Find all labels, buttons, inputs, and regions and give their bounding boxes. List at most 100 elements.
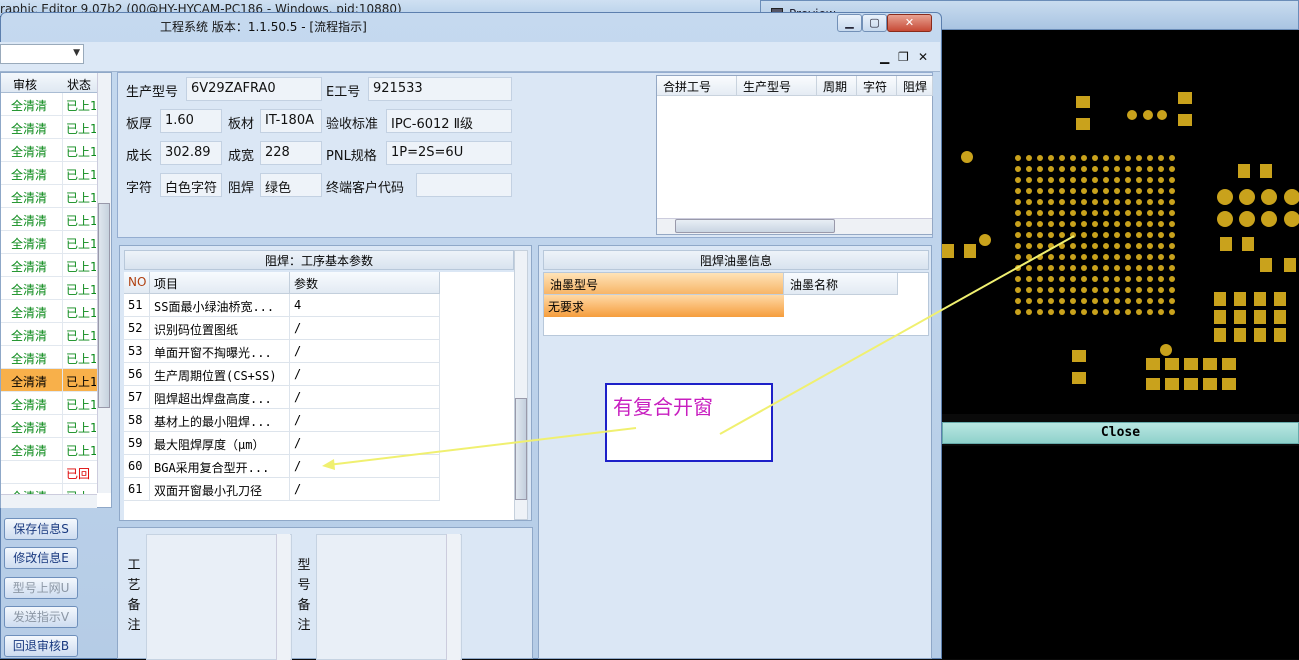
save-info-button[interactable]: 保存信息S bbox=[4, 518, 78, 540]
bga-ball bbox=[1059, 188, 1065, 194]
standard-field[interactable]: IPC-6012 Ⅱ级 bbox=[386, 109, 512, 133]
width-field[interactable]: 228 bbox=[260, 141, 322, 165]
process-remark-textarea[interactable] bbox=[146, 534, 292, 660]
bga-ball bbox=[1059, 221, 1065, 227]
pnl-field[interactable]: 1P=2S=6U bbox=[386, 141, 512, 165]
bga-ball bbox=[1147, 298, 1153, 304]
maximize-button[interactable]: ▢ bbox=[862, 14, 887, 32]
mdi-restore-button[interactable]: ❐ bbox=[898, 50, 909, 64]
bga-ball bbox=[1114, 155, 1120, 161]
list-item-review: 全清清 bbox=[11, 168, 48, 182]
bga-ball bbox=[1103, 221, 1109, 227]
smd-pad bbox=[1274, 328, 1286, 342]
bga-ball bbox=[1103, 276, 1109, 282]
merge-col-char[interactable]: 字符 bbox=[857, 76, 897, 96]
mdi-close-button[interactable]: ✕ bbox=[918, 50, 928, 64]
bga-ball bbox=[1048, 232, 1054, 238]
filter-combobox[interactable]: ▼ bbox=[0, 44, 84, 64]
round-pad bbox=[1239, 189, 1255, 205]
bga-ball bbox=[1158, 188, 1164, 194]
list-item[interactable]: 全清清 已上1 bbox=[1, 323, 97, 346]
bga-ball bbox=[1169, 155, 1175, 161]
list-item-status: 已上1 bbox=[66, 122, 96, 136]
ink-col-name[interactable]: 油墨名称 bbox=[784, 273, 898, 295]
bga-ball bbox=[1048, 188, 1054, 194]
model-remark-scrollbar[interactable] bbox=[446, 534, 460, 660]
scrollbar-thumb[interactable] bbox=[515, 398, 527, 500]
bga-ball bbox=[1125, 287, 1131, 293]
chevron-down-icon[interactable]: ▼ bbox=[73, 48, 80, 58]
params-col-no[interactable]: NO bbox=[124, 272, 150, 294]
table-cell-item: 双面开窗最小孔刀径 bbox=[150, 478, 290, 501]
table-cell-no: 59 bbox=[124, 432, 150, 455]
process-remark-scrollbar[interactable] bbox=[276, 534, 290, 660]
bga-ball bbox=[1015, 199, 1021, 205]
mask-label: 阻焊 bbox=[228, 181, 255, 196]
list-item[interactable]: 全清清 已上1 bbox=[1, 116, 97, 139]
bga-ball bbox=[1136, 276, 1142, 282]
list-item[interactable]: 全清清 已上1 bbox=[1, 208, 97, 231]
horizontal-scrollbar[interactable] bbox=[1, 494, 97, 508]
mask-field[interactable]: 绿色 bbox=[260, 173, 322, 197]
bga-ball bbox=[1026, 265, 1032, 271]
process-remark-label-text: 工 艺 备 注 bbox=[127, 558, 141, 633]
list-item[interactable]: 全清清 已上1 bbox=[1, 415, 97, 438]
bga-ball bbox=[1103, 309, 1109, 315]
material-field[interactable]: IT-180A bbox=[260, 109, 322, 133]
bga-ball bbox=[1103, 188, 1109, 194]
list-item-review: 全清清 bbox=[11, 99, 48, 113]
merge-col-mask[interactable]: 阻焊 bbox=[897, 76, 933, 96]
rollback-review-button[interactable]: 回退审核B bbox=[4, 635, 78, 657]
ink-col-model[interactable]: 油墨型号 bbox=[544, 273, 784, 295]
bga-ball bbox=[1048, 276, 1054, 282]
list-item[interactable]: 全清清 已上1 bbox=[1, 93, 97, 116]
bga-ball bbox=[1169, 309, 1175, 315]
merge-col-model[interactable]: 生产型号 bbox=[737, 76, 817, 96]
list-item[interactable]: 全清清 已上1 bbox=[1, 392, 97, 415]
close-button[interactable]: ✕ bbox=[887, 14, 932, 32]
list-item-status: 已上1 bbox=[66, 375, 96, 389]
char-field[interactable]: 白色字符 bbox=[160, 173, 222, 197]
list-item[interactable]: 全清清 已上1 bbox=[1, 300, 97, 323]
edit-info-button[interactable]: 修改信息E bbox=[4, 547, 78, 569]
customer-field[interactable] bbox=[416, 173, 512, 197]
bga-ball bbox=[1070, 298, 1076, 304]
list-item[interactable]: 全清清 已上1 bbox=[1, 185, 97, 208]
column-header-status[interactable]: 状态 bbox=[67, 76, 91, 93]
ink-row-model[interactable]: 无要求 bbox=[544, 295, 784, 317]
list-item[interactable]: 全清清 已上1 bbox=[1, 277, 97, 300]
list-item[interactable]: 全清清 已上1 bbox=[1, 162, 97, 185]
smd-pad bbox=[1254, 292, 1266, 306]
scrollbar-thumb[interactable] bbox=[98, 203, 110, 408]
model-remark-textarea[interactable] bbox=[316, 534, 462, 660]
params-col-item[interactable]: 项目 bbox=[150, 272, 290, 294]
mdi-minimize-button[interactable]: ▁ bbox=[880, 50, 889, 64]
bga-ball bbox=[1026, 210, 1032, 216]
model-field[interactable]: 6V29ZAFRA0 bbox=[186, 77, 322, 101]
list-item[interactable]: 全清清 已上1 bbox=[1, 438, 97, 461]
bga-ball bbox=[1136, 298, 1142, 304]
params-col-value[interactable]: 参数 bbox=[290, 272, 440, 294]
list-item[interactable]: 全清清 已上1 bbox=[1, 346, 97, 369]
length-field[interactable]: 302.89 bbox=[160, 141, 222, 165]
process-remark-label: 工 艺 备 注 bbox=[126, 556, 142, 636]
e-no-field[interactable]: 921533 bbox=[368, 77, 512, 101]
column-header-review[interactable]: 审核 bbox=[13, 76, 37, 93]
bga-ball bbox=[1070, 155, 1076, 161]
bga-ball bbox=[1026, 199, 1032, 205]
minimize-button[interactable]: ▁ bbox=[837, 14, 862, 32]
list-item[interactable]: 全清清 已上1 bbox=[1, 139, 97, 162]
bga-ball bbox=[1147, 232, 1153, 238]
list-item[interactable]: 全清清 已上1 bbox=[1, 231, 97, 254]
list-item[interactable]: 全清清 已上1 bbox=[1, 369, 97, 392]
merge-col-job[interactable]: 合拼工号 bbox=[657, 76, 737, 96]
bga-ball bbox=[1169, 232, 1175, 238]
send-instruction-button[interactable]: 发送指示V bbox=[4, 606, 78, 628]
merge-col-period[interactable]: 周期 bbox=[817, 76, 857, 96]
thickness-field[interactable]: 1.60 bbox=[160, 109, 222, 133]
list-item[interactable]: 已回 bbox=[1, 461, 97, 484]
model-upload-button[interactable]: 型号上网U bbox=[4, 577, 78, 599]
scrollbar-thumb[interactable] bbox=[675, 219, 835, 233]
list-item[interactable]: 全清清 已上1 bbox=[1, 254, 97, 277]
preview-close-button[interactable]: Close bbox=[942, 422, 1299, 444]
